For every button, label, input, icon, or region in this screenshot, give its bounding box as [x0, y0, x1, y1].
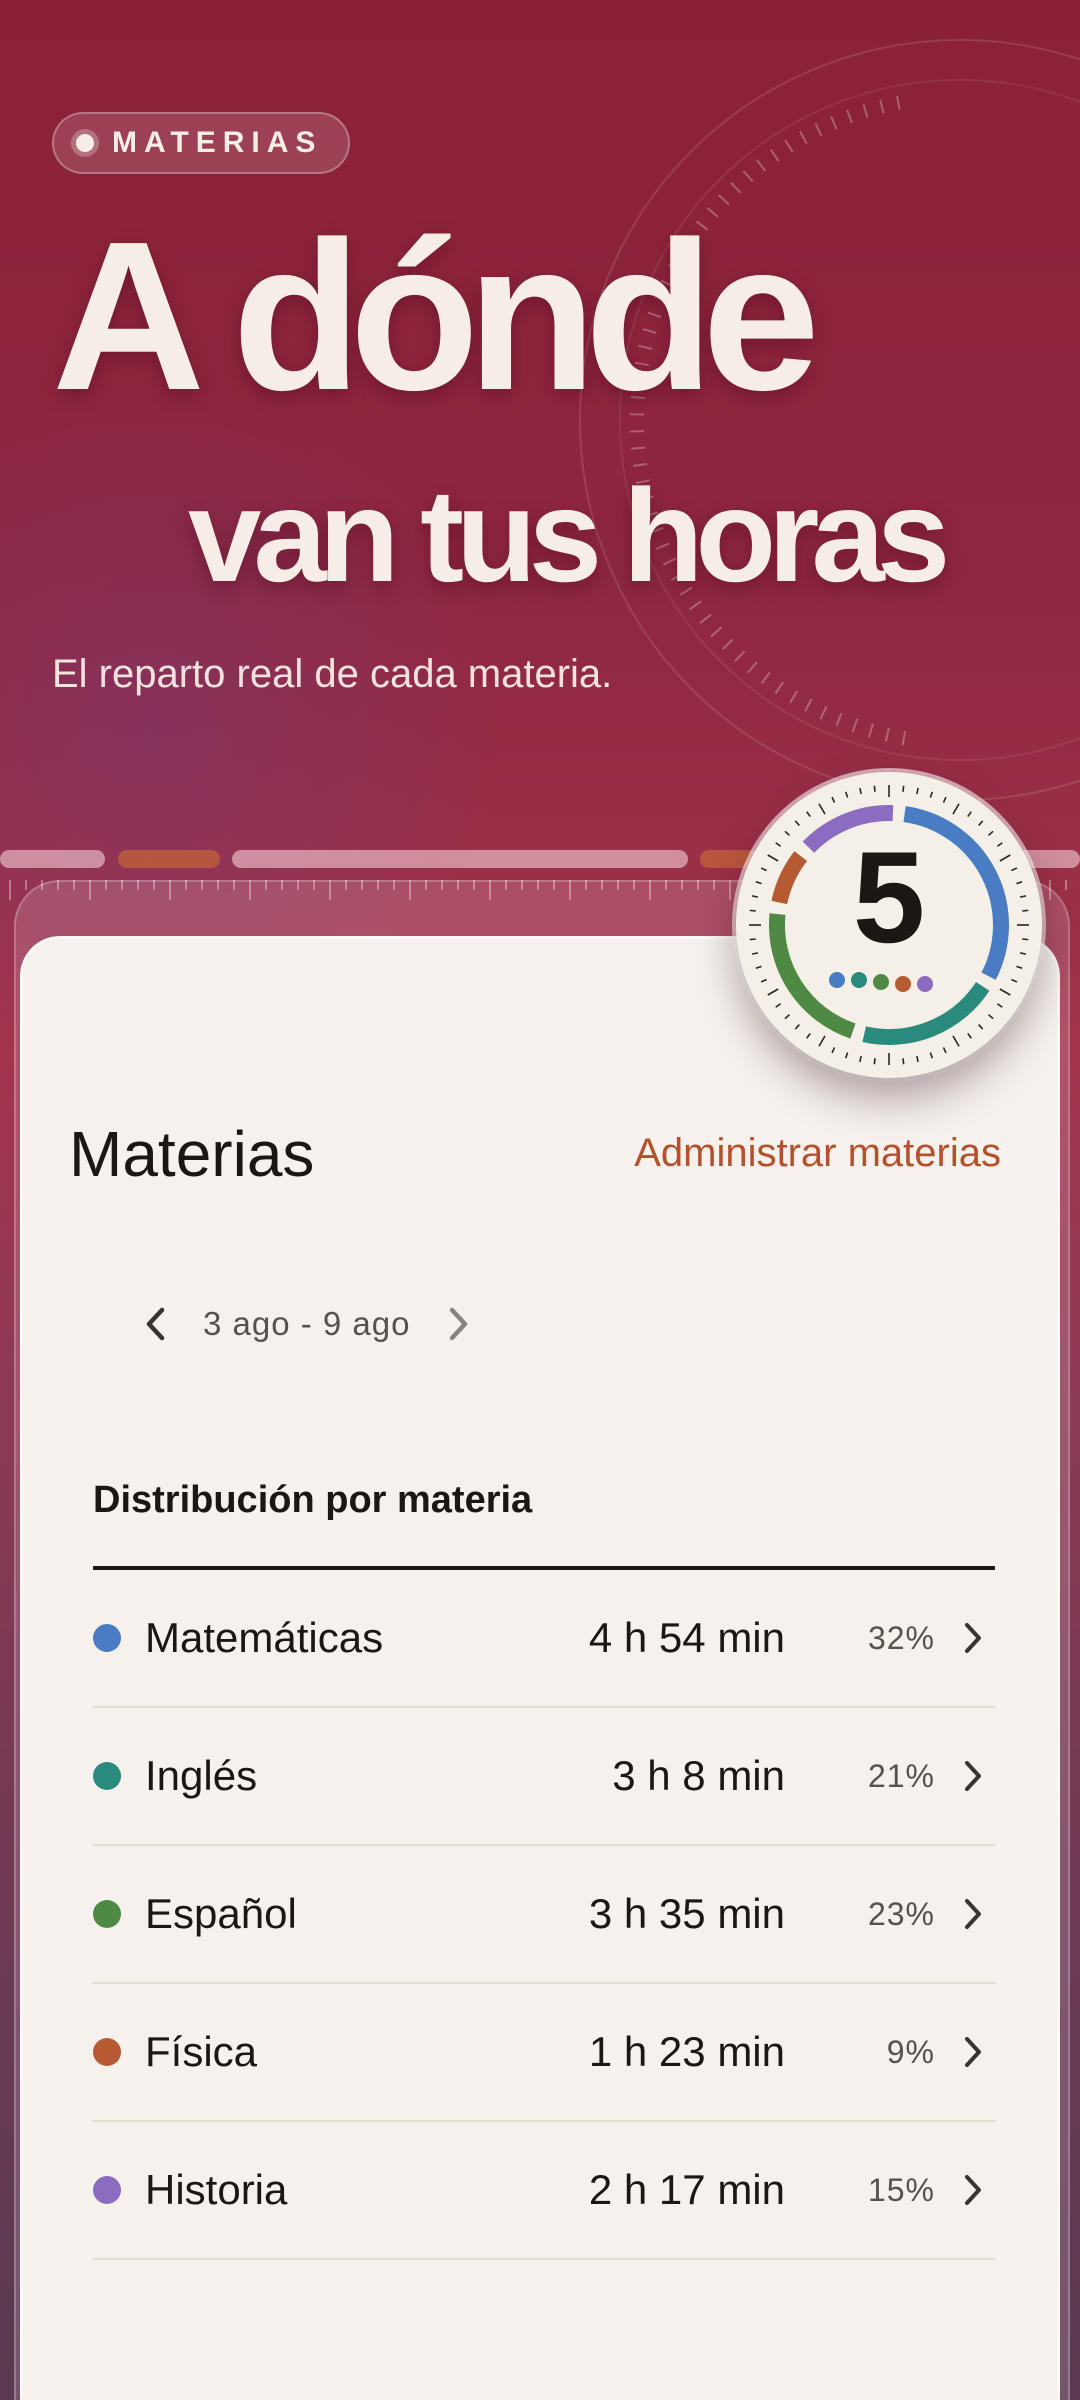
subject-time: 1 h 23 min	[588, 2028, 785, 2075]
subject-percent: 15%	[867, 2171, 935, 2208]
subject-name: Física	[145, 2028, 258, 2075]
subject-color-dot	[93, 1900, 121, 1928]
manage-subjects-link[interactable]: Administrar materias	[634, 1131, 1001, 1176]
pill-dot-icon	[76, 134, 94, 152]
subject-row-espanol[interactable]: Español 3 h 35 min 23%	[93, 1846, 995, 1984]
subject-percent: 21%	[867, 1757, 935, 1794]
chevron-right-icon[interactable]	[433, 1299, 483, 1349]
subject-time: 3 h 35 min	[588, 1890, 785, 1937]
subject-name: Matemáticas	[145, 1614, 384, 1661]
row-chevron-icon	[961, 1896, 985, 1937]
subject-dot-3	[895, 976, 911, 992]
subject-dot-2	[873, 974, 889, 990]
subject-percent: 9%	[886, 2033, 935, 2070]
subject-percent: 23%	[867, 1895, 935, 1932]
hero-title-line2: van tus horas	[188, 462, 950, 609]
hero-subtitle: El reparto real de cada materia.	[52, 652, 613, 696]
subject-time: 4 h 54 min	[588, 1614, 785, 1661]
subject-time: 3 h 8 min	[612, 1752, 785, 1799]
subject-dot-0	[829, 972, 845, 988]
subject-dot-1	[851, 972, 867, 988]
card-title: Materias	[69, 1118, 315, 1190]
section-pill: MATERIAS	[52, 112, 350, 174]
row-chevron-icon	[961, 2034, 985, 2075]
subject-row-ingles[interactable]: Inglés 3 h 8 min 21%	[93, 1708, 995, 1846]
row-chevron-icon	[961, 2172, 985, 2213]
subject-dot-4	[917, 976, 933, 992]
subject-row-fisica[interactable]: Física 1 h 23 min 9%	[93, 1984, 995, 2122]
subjects-card: Materias Administrar materias 3 ago - 9 …	[20, 936, 1060, 2400]
row-chevron-icon	[961, 1620, 985, 1661]
subject-list: Matemáticas 4 h 54 min 32% Inglés 3 h 8 …	[93, 1570, 995, 2260]
page: MATERIAS A dónde van tus horas El repart…	[0, 0, 1080, 2400]
subject-name: Inglés	[145, 1752, 258, 1799]
chevron-left-icon[interactable]	[131, 1299, 181, 1349]
subject-name: Español	[145, 1890, 297, 1937]
subject-color-dot	[93, 2176, 121, 2204]
subject-color-dot	[93, 2038, 121, 2066]
subject-dots	[829, 972, 933, 992]
subject-count-badge: 5	[736, 772, 1042, 1078]
row-chevron-icon	[961, 1758, 985, 1799]
subject-name: Historia	[145, 2166, 288, 2213]
subject-row-matematicas[interactable]: Matemáticas 4 h 54 min 32%	[93, 1570, 995, 1708]
week-range: 3 ago - 9 ago	[203, 1305, 411, 1342]
hero-title-line1: A dónde	[52, 197, 820, 434]
subject-time: 2 h 17 min	[588, 2166, 785, 2213]
pill-label: MATERIAS	[112, 126, 323, 159]
distribution-title: Distribución por materia	[93, 1479, 533, 1521]
subject-color-dot	[93, 1624, 121, 1652]
subject-row-historia[interactable]: Historia 2 h 17 min 15%	[93, 2122, 995, 2260]
subject-percent: 32%	[867, 1619, 935, 1656]
subject-color-dot	[93, 1762, 121, 1790]
week-selector: 3 ago - 9 ago	[131, 1299, 483, 1349]
